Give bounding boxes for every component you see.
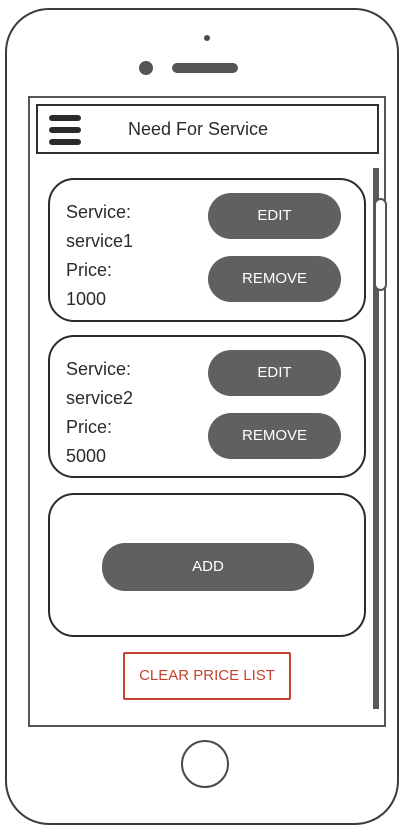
menu-bar-middle <box>49 127 81 133</box>
scrollbar-thumb[interactable] <box>374 198 387 291</box>
home-button-icon[interactable] <box>181 740 229 788</box>
hamburger-menu-icon[interactable] <box>49 115 81 145</box>
remove-button[interactable]: REMOVE <box>208 256 341 302</box>
service-name: service2 <box>66 388 134 408</box>
price-value: 1000 <box>66 289 107 309</box>
app-mockup: Need For Service Service: service1 Price… <box>0 0 404 833</box>
earpiece-speaker-icon <box>172 63 238 73</box>
add-service-card: ADD <box>48 493 366 637</box>
edit-button[interactable]: EDIT <box>208 193 341 239</box>
service-name: service1 <box>66 231 134 251</box>
service-label: Service: <box>66 202 132 222</box>
price-label: Price: <box>66 260 113 280</box>
edit-button[interactable]: EDIT <box>208 350 341 396</box>
menu-bar-top <box>49 115 81 121</box>
menu-bar-bottom <box>49 139 81 145</box>
proximity-sensor-icon <box>139 61 153 75</box>
price-label: Price: <box>66 417 113 437</box>
app-header: Need For Service <box>36 104 379 154</box>
remove-button[interactable]: REMOVE <box>208 413 341 459</box>
add-button[interactable]: ADD <box>102 543 314 591</box>
clear-price-list-button[interactable]: CLEAR PRICE LIST <box>123 652 291 700</box>
page-title: Need For Service <box>128 119 269 139</box>
service-label: Service: <box>66 359 132 379</box>
price-value: 5000 <box>66 446 107 466</box>
service-card: Service: service2 Price: 5000 EDIT REMOV… <box>48 335 366 478</box>
service-card: Service: service1 Price: 1000 EDIT REMOV… <box>48 178 366 322</box>
front-camera-icon <box>204 35 210 41</box>
